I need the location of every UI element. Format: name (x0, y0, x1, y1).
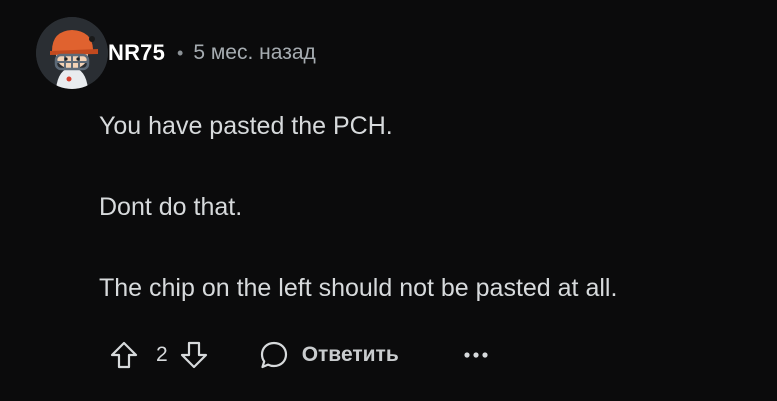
avatar[interactable] (36, 17, 108, 89)
speech-bubble-icon (260, 341, 287, 369)
comment: NR75 • 5 мес. назад You have pasted the … (0, 0, 777, 401)
reply-label: Ответить (301, 343, 399, 366)
timestamp[interactable]: 5 мес. назад (193, 41, 315, 65)
reply-button[interactable]: Ответить (258, 339, 399, 371)
arrow-down-outline-icon (180, 341, 207, 369)
upvote-button[interactable] (108, 339, 140, 371)
more-options-button[interactable] (461, 340, 491, 370)
meta-separator: • (177, 42, 184, 63)
username[interactable]: NR75 (108, 40, 165, 66)
vote-score: 2 (156, 343, 168, 366)
cricket-helmet-avatar-icon (36, 17, 108, 89)
comment-actions: 2 Ответить (108, 336, 491, 374)
downvote-button[interactable] (178, 339, 210, 371)
comment-paragraph: You have pasted the PCH. (99, 112, 393, 140)
comment-paragraph: The chip on the left should not be paste… (99, 274, 618, 302)
ellipsis-icon (464, 352, 488, 358)
comment-paragraph: Dont do that. (99, 193, 243, 221)
arrow-up-outline-icon (110, 341, 138, 369)
comment-body: You have pasted the PCH. Dont do that. T… (99, 108, 769, 306)
comment-meta: NR75 • 5 мес. назад (108, 38, 316, 68)
